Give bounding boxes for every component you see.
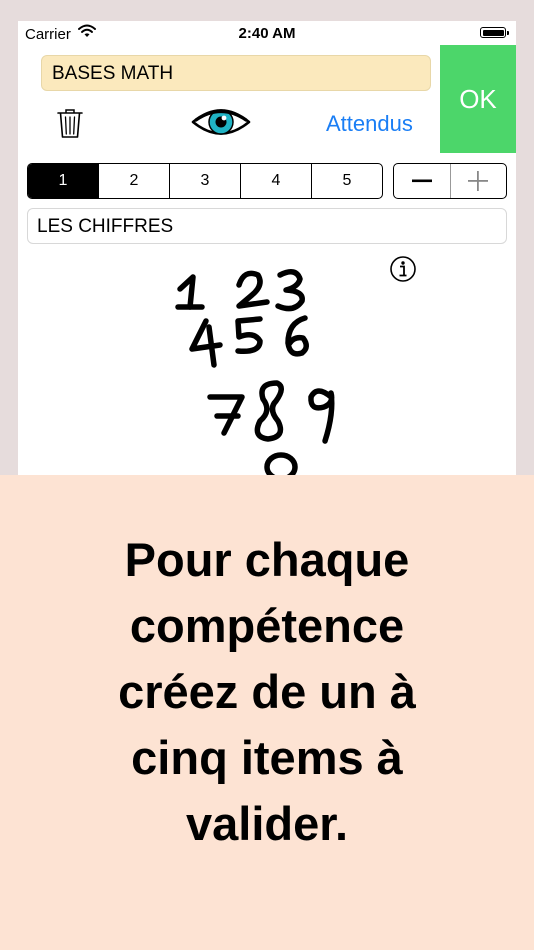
caption-line: créez de un à xyxy=(118,665,416,718)
caption-line: Pour chaque xyxy=(124,533,410,586)
segment-item-1[interactable]: 1 xyxy=(28,164,98,198)
status-bar: Carrier 2:40 AM xyxy=(18,21,516,47)
plus-icon xyxy=(468,171,489,191)
caption-line: cinq items à xyxy=(131,731,403,784)
segment-item-3[interactable]: 3 xyxy=(169,164,240,198)
item-selector: 1 2 3 4 5 xyxy=(27,163,383,199)
eye-icon[interactable] xyxy=(190,105,252,139)
competence-title-input[interactable]: BASES MATH xyxy=(41,55,431,91)
battery-icon xyxy=(480,27,509,38)
status-time: 2:40 AM xyxy=(238,25,296,42)
handwritten-digits-drawing xyxy=(175,269,335,475)
caption-line: compétence xyxy=(129,599,405,652)
segment-item-4[interactable]: 4 xyxy=(240,164,311,198)
segment-item-5[interactable]: 5 xyxy=(311,164,382,198)
caption-text: Pour chaque compétence créez de un à cin… xyxy=(40,527,494,857)
caption-line: valider. xyxy=(186,797,348,850)
ok-button[interactable]: OK xyxy=(440,45,516,153)
trash-icon[interactable] xyxy=(56,107,84,139)
decrement-button[interactable] xyxy=(394,164,450,198)
item-count-stepper xyxy=(393,163,507,199)
minus-icon xyxy=(411,179,432,183)
increment-button[interactable] xyxy=(449,164,507,198)
info-icon[interactable] xyxy=(389,255,417,283)
caption-panel: Pour chaque compétence créez de un à cin… xyxy=(0,475,534,950)
attendus-button[interactable]: Attendus xyxy=(326,111,413,137)
item-name-input[interactable]: LES CHIFFRES xyxy=(27,208,507,244)
segment-item-2[interactable]: 2 xyxy=(98,164,169,198)
app-screen: Carrier 2:40 AM BASES MATH OK Attendus 1… xyxy=(18,21,516,475)
